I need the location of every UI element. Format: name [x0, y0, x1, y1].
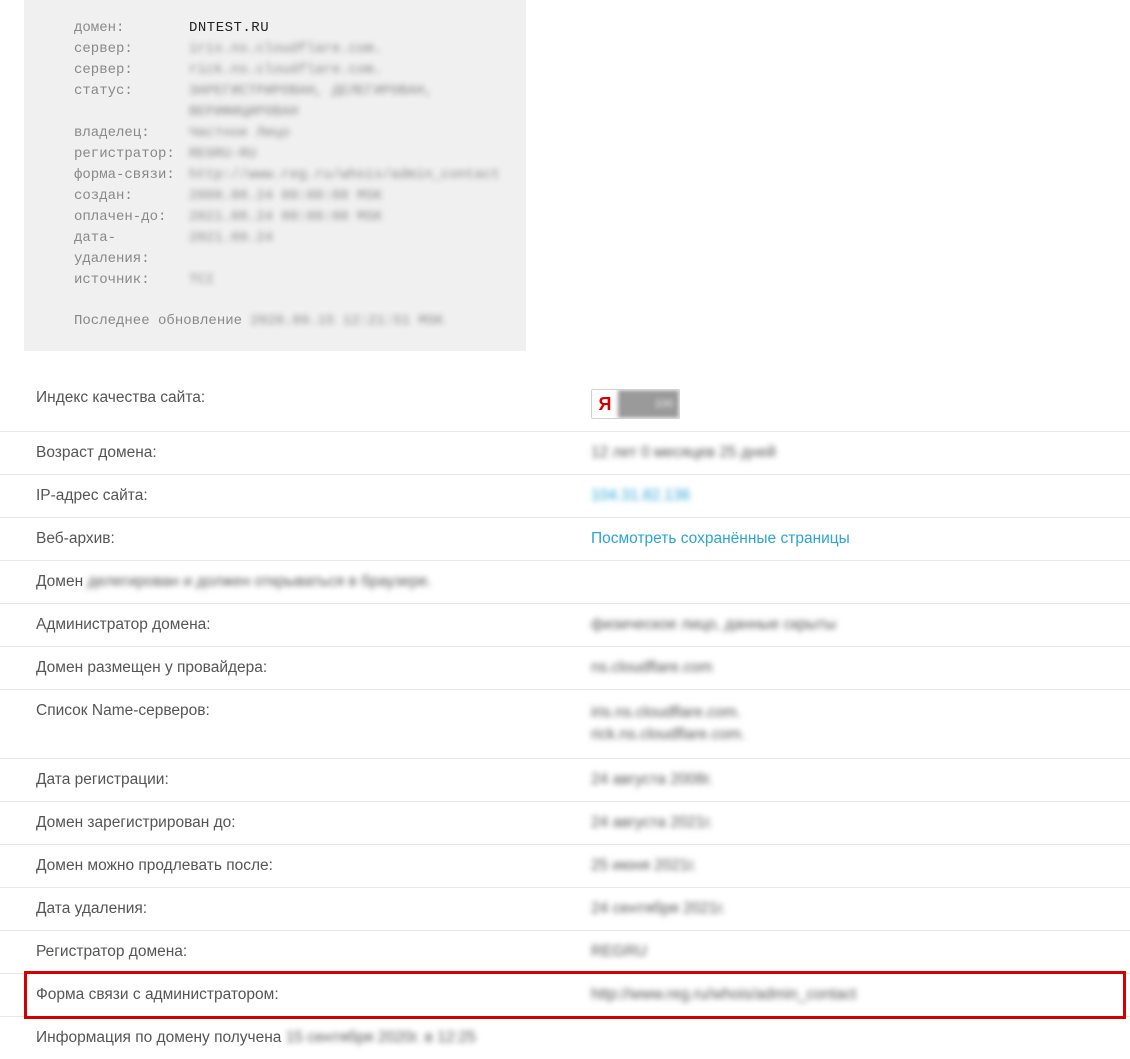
value-registrar: REGRU [591, 943, 647, 961]
whois-last-updated-label: Последнее обновление [74, 313, 242, 329]
value-deletion-date: 24 сентября 2021г. [591, 900, 726, 918]
domain-delegation-prefix: Домен [36, 573, 83, 590]
ns-server-2: rick.ns.cloudflare.com. [591, 724, 745, 746]
whois-row-value: 2021.09.24 [189, 228, 273, 270]
whois-row-label: сервер: [74, 60, 189, 81]
value-domain-age: 12 лет 0 месяцев 25 дней [591, 444, 776, 462]
row-domain-age: Возраст домена: 12 лет 0 месяцев 25 дней [0, 432, 1130, 475]
label-deletion-date: Дата удаления: [36, 900, 591, 918]
whois-row: форма-связи:http://www.reg.ru/whois/admi… [74, 165, 498, 186]
whois-row: статус:ЗАРЕГИСТРИРОВАН, ДЕЛЕГИРОВАН, ВЕР… [74, 81, 498, 123]
whois-row: регистратор:REGRU-RU [74, 144, 498, 165]
value-registration-date: 24 августа 2008г. [591, 771, 713, 789]
label-name-servers: Список Name-серверов: [36, 702, 591, 720]
whois-row-label: источник: [74, 270, 189, 291]
whois-row-label: статус: [74, 81, 189, 123]
row-name-servers: Список Name-серверов: iris.ns.cloudflare… [0, 690, 1130, 759]
whois-row-value: Частное Лицо [189, 123, 290, 144]
label-registrar: Регистратор домена: [36, 943, 591, 961]
whois-row: владелец:Частное Лицо [74, 123, 498, 144]
label-info-retrieved: Информация по домену получена 15 сентябр… [36, 1029, 476, 1047]
whois-row-value: REGRU-RU [189, 144, 256, 165]
domain-delegation-status: делегирован и должен открываться в брауз… [87, 573, 431, 590]
row-ip-address: IP-адрес сайта: 104.31.82.136 [0, 475, 1130, 518]
label-hosting-provider: Домен размещен у провайдера: [36, 659, 591, 677]
whois-row-value: TCI [189, 270, 214, 291]
whois-row-label: владелец: [74, 123, 189, 144]
whois-row-label: регистратор: [74, 144, 189, 165]
info-retrieved-date: 15 сентября 2020г. в 12:25 [286, 1029, 476, 1046]
domain-info-table: Индекс качества сайта: Я 100 Возраст дом… [0, 377, 1130, 1059]
whois-last-updated-value: 2020.09.15 12:21:51 MSK [250, 313, 443, 329]
whois-row-label: создан: [74, 186, 189, 207]
value-quality-index: Я 100 [591, 389, 680, 419]
label-domain-age: Возраст домена: [36, 444, 591, 462]
row-web-archive: Веб-архив: Посмотреть сохранённые страни… [0, 518, 1130, 561]
row-quality-index: Индекс качества сайта: Я 100 [0, 377, 1130, 432]
label-domain-delegation: Домен делегирован и должен открываться в… [36, 573, 432, 591]
row-info-retrieved: Информация по домену получена 15 сентябр… [0, 1017, 1130, 1059]
row-registered-until: Домен зарегистрирован до: 24 августа 202… [0, 802, 1130, 845]
label-registered-until: Домен зарегистрирован до: [36, 814, 591, 832]
whois-row-label: сервер: [74, 39, 189, 60]
yandex-iks-bar: 100 [618, 390, 679, 418]
yandex-logo-letter: Я [592, 394, 618, 415]
row-admin-contact-form: Форма связи с администратором: http://ww… [0, 974, 1130, 1017]
value-renew-after: 25 июня 2021г. [591, 857, 697, 875]
label-renew-after: Домен можно продлевать после: [36, 857, 591, 875]
whois-row-value: 2008.08.24 00:00:00 MSK [189, 186, 382, 207]
value-ip-address[interactable]: 104.31.82.136 [591, 487, 690, 505]
whois-row: сервер:iris.ns.cloudflare.com. [74, 39, 498, 60]
whois-row: оплачен-до:2021.08.24 00:00:00 MSK [74, 207, 498, 228]
label-ip-address: IP-адрес сайта: [36, 487, 591, 505]
whois-last-updated: Последнее обновление 2020.09.15 12:21:51… [74, 313, 498, 329]
whois-row: сервер:rick.ns.cloudflare.com. [74, 60, 498, 81]
label-registration-date: Дата регистрации: [36, 771, 591, 789]
link-web-archive[interactable]: Посмотреть сохранённые страницы [591, 530, 850, 548]
whois-row-value: DNTEST.RU [189, 18, 269, 39]
whois-row-label: форма-связи: [74, 165, 189, 186]
whois-raw-block: домен:DNTEST.RUсервер:iris.ns.cloudflare… [24, 0, 526, 351]
info-retrieved-prefix: Информация по домену получена [36, 1029, 281, 1046]
label-web-archive: Веб-архив: [36, 530, 591, 548]
value-hosting-provider: ns.cloudflare.com [591, 659, 712, 677]
value-name-servers: iris.ns.cloudflare.com. rick.ns.cloudfla… [591, 702, 745, 746]
value-registered-until: 24 августа 2021г. [591, 814, 713, 832]
label-domain-admin: Администратор домена: [36, 616, 591, 634]
row-deletion-date: Дата удаления: 24 сентября 2021г. [0, 888, 1130, 931]
row-registrar: Регистратор домена: REGRU [0, 931, 1130, 974]
whois-row: создан:2008.08.24 00:00:00 MSK [74, 186, 498, 207]
yandex-iks-badge: Я 100 [591, 389, 680, 419]
whois-row: источник:TCI [74, 270, 498, 291]
row-domain-delegation: Домен делегирован и должен открываться в… [0, 561, 1130, 604]
whois-row-value: ЗАРЕГИСТРИРОВАН, ДЕЛЕГИРОВАН, ВЕРИФИЦИРО… [189, 81, 498, 123]
row-hosting-provider: Домен размещен у провайдера: ns.cloudfla… [0, 647, 1130, 690]
whois-row: дата-удаления:2021.09.24 [74, 228, 498, 270]
whois-row-value: rick.ns.cloudflare.com. [189, 60, 382, 81]
value-domain-admin: физическое лицо, данные скрыты [591, 616, 836, 634]
label-quality-index: Индекс качества сайта: [36, 389, 591, 407]
whois-row-value: 2021.08.24 00:00:00 MSK [189, 207, 382, 228]
label-admin-contact-form: Форма связи с администратором: [36, 986, 591, 1004]
whois-row-label: домен: [74, 18, 189, 39]
whois-row-label: оплачен-до: [74, 207, 189, 228]
row-renew-after: Домен можно продлевать после: 25 июня 20… [0, 845, 1130, 888]
ns-server-1: iris.ns.cloudflare.com. [591, 702, 745, 724]
whois-row-value: http://www.reg.ru/whois/admin_contact [189, 165, 500, 186]
row-registration-date: Дата регистрации: 24 августа 2008г. [0, 759, 1130, 802]
whois-row: домен:DNTEST.RU [74, 18, 498, 39]
value-admin-contact-form[interactable]: http://www.reg.ru/whois/admin_contact [591, 986, 856, 1004]
row-domain-admin: Администратор домена: физическое лицо, д… [0, 604, 1130, 647]
whois-row-label: дата-удаления: [74, 228, 189, 270]
whois-row-value: iris.ns.cloudflare.com. [189, 39, 382, 60]
